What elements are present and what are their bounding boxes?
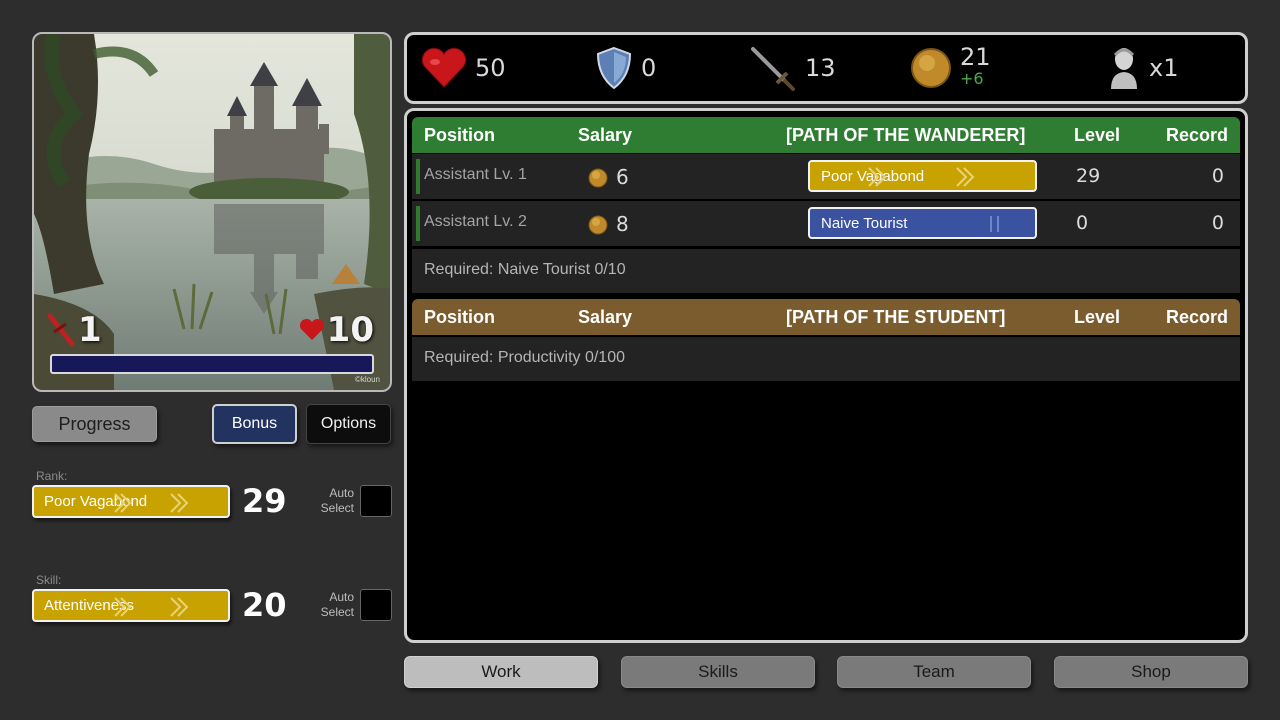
chevron-right-icon (114, 597, 132, 617)
multiplier-value: x1 (1149, 54, 1179, 82)
requirement-row: Required: Productivity 0/100 (412, 337, 1240, 381)
path-wanderer-header: Position Salary [PATH OF THE WANDERER] L… (412, 117, 1240, 153)
path-title: [PATH OF THE STUDENT] (786, 307, 1006, 327)
job-tier-pill[interactable]: Naive Tourist (808, 207, 1037, 239)
job-salary: 6 (616, 165, 629, 189)
skill-label: Skill: (36, 573, 62, 587)
attack-stat: 13 (747, 35, 836, 101)
job-row[interactable]: Assistant Lv. 2 8 Naive Tourist 0 0 (412, 201, 1240, 246)
scene-health-value: 10 (326, 310, 374, 350)
col-salary: Salary (578, 307, 633, 327)
rank-level: 29 (242, 482, 287, 520)
job-record: 0 (1211, 165, 1224, 187)
gold-value: 21 (960, 43, 991, 71)
armor-stat: 0 (595, 35, 656, 101)
skill-auto-select-label: Auto Select (320, 590, 354, 619)
chevron-right-icon (956, 167, 975, 187)
options-button[interactable]: Options (306, 404, 391, 444)
pause-bars-icon (990, 216, 999, 232)
rank-label: Rank: (36, 469, 68, 483)
job-salary: 8 (616, 212, 629, 236)
scene-card: 1 10 ©kloun (32, 32, 392, 392)
tab-team[interactable]: Team (837, 656, 1031, 688)
scene-attack-stat: 1 (46, 310, 102, 350)
work-panel: Position Salary [PATH OF THE WANDERER] L… (404, 108, 1248, 643)
armor-value: 0 (641, 54, 657, 82)
col-salary: Salary (578, 125, 633, 145)
skill-bar[interactable]: Attentiveness (32, 589, 230, 622)
job-name: Assistant Lv. 1 (424, 166, 527, 183)
path-title: [PATH OF THE WANDERER] (786, 125, 1026, 145)
job-tier-pill[interactable]: Poor Vagabond (808, 160, 1037, 192)
tab-skills[interactable]: Skills (621, 656, 815, 688)
job-name: Assistant Lv. 2 (424, 213, 527, 230)
chevron-right-icon (868, 167, 887, 187)
gold-coin-icon (588, 215, 608, 235)
col-level: Level (1074, 125, 1121, 145)
stats-bar: 50 0 13 21 +6 x1 (404, 32, 1248, 104)
job-level: 0 (1076, 212, 1089, 234)
attack-value: 13 (805, 54, 836, 82)
health-stat: 50 (421, 35, 506, 101)
multiplier-stat: x1 (1107, 35, 1178, 101)
skill-level: 20 (242, 586, 287, 624)
bust-icon (1111, 48, 1137, 89)
gold-bonus: +6 (960, 69, 984, 88)
rank-auto-select-checkbox[interactable] (360, 485, 392, 517)
job-level: 29 (1076, 165, 1101, 187)
gold-coin-icon (911, 48, 951, 88)
rank-bar[interactable]: Poor Vagabond (32, 485, 230, 518)
skill-auto-select-checkbox[interactable] (360, 589, 392, 621)
row-accent (416, 206, 420, 241)
path-student-header: Position Salary [PATH OF THE STUDENT] Le… (412, 299, 1240, 335)
tab-work[interactable]: Work (404, 656, 598, 688)
scene-progress-bar (50, 354, 374, 374)
scene-attack-value: 1 (78, 310, 102, 350)
job-row[interactable]: Assistant Lv. 1 6 Poor Vagabond 29 0 (412, 154, 1240, 199)
job-record: 0 (1211, 212, 1224, 234)
gold-stat: 21 +6 (910, 35, 991, 101)
requirement-row: Required: Naive Tourist 0/10 (412, 249, 1240, 293)
scene-health-stat: 10 (299, 310, 374, 350)
tab-shop[interactable]: Shop (1054, 656, 1248, 688)
shield-icon (596, 46, 632, 90)
progress-button[interactable]: Progress (32, 406, 157, 442)
col-record: Record (1165, 307, 1228, 327)
bonus-button[interactable]: Bonus (212, 404, 297, 444)
sword-icon (751, 47, 795, 91)
col-position: Position (424, 125, 495, 145)
job-tier-name: Naive Tourist (821, 214, 908, 232)
col-level: Level (1074, 307, 1121, 327)
col-record: Record (1165, 125, 1228, 145)
chevron-right-icon (114, 493, 132, 513)
heart-icon (421, 47, 467, 88)
health-value: 50 (475, 54, 506, 82)
chevron-right-icon (170, 597, 189, 617)
red-sword-icon (47, 313, 75, 347)
gold-coin-icon (588, 168, 608, 188)
image-credit: ©kloun (354, 375, 380, 384)
chevron-right-icon (170, 493, 189, 513)
col-position: Position (424, 307, 495, 327)
rank-auto-select-label: Auto Select (320, 486, 354, 515)
row-accent (416, 159, 420, 194)
heart-icon (299, 318, 324, 340)
